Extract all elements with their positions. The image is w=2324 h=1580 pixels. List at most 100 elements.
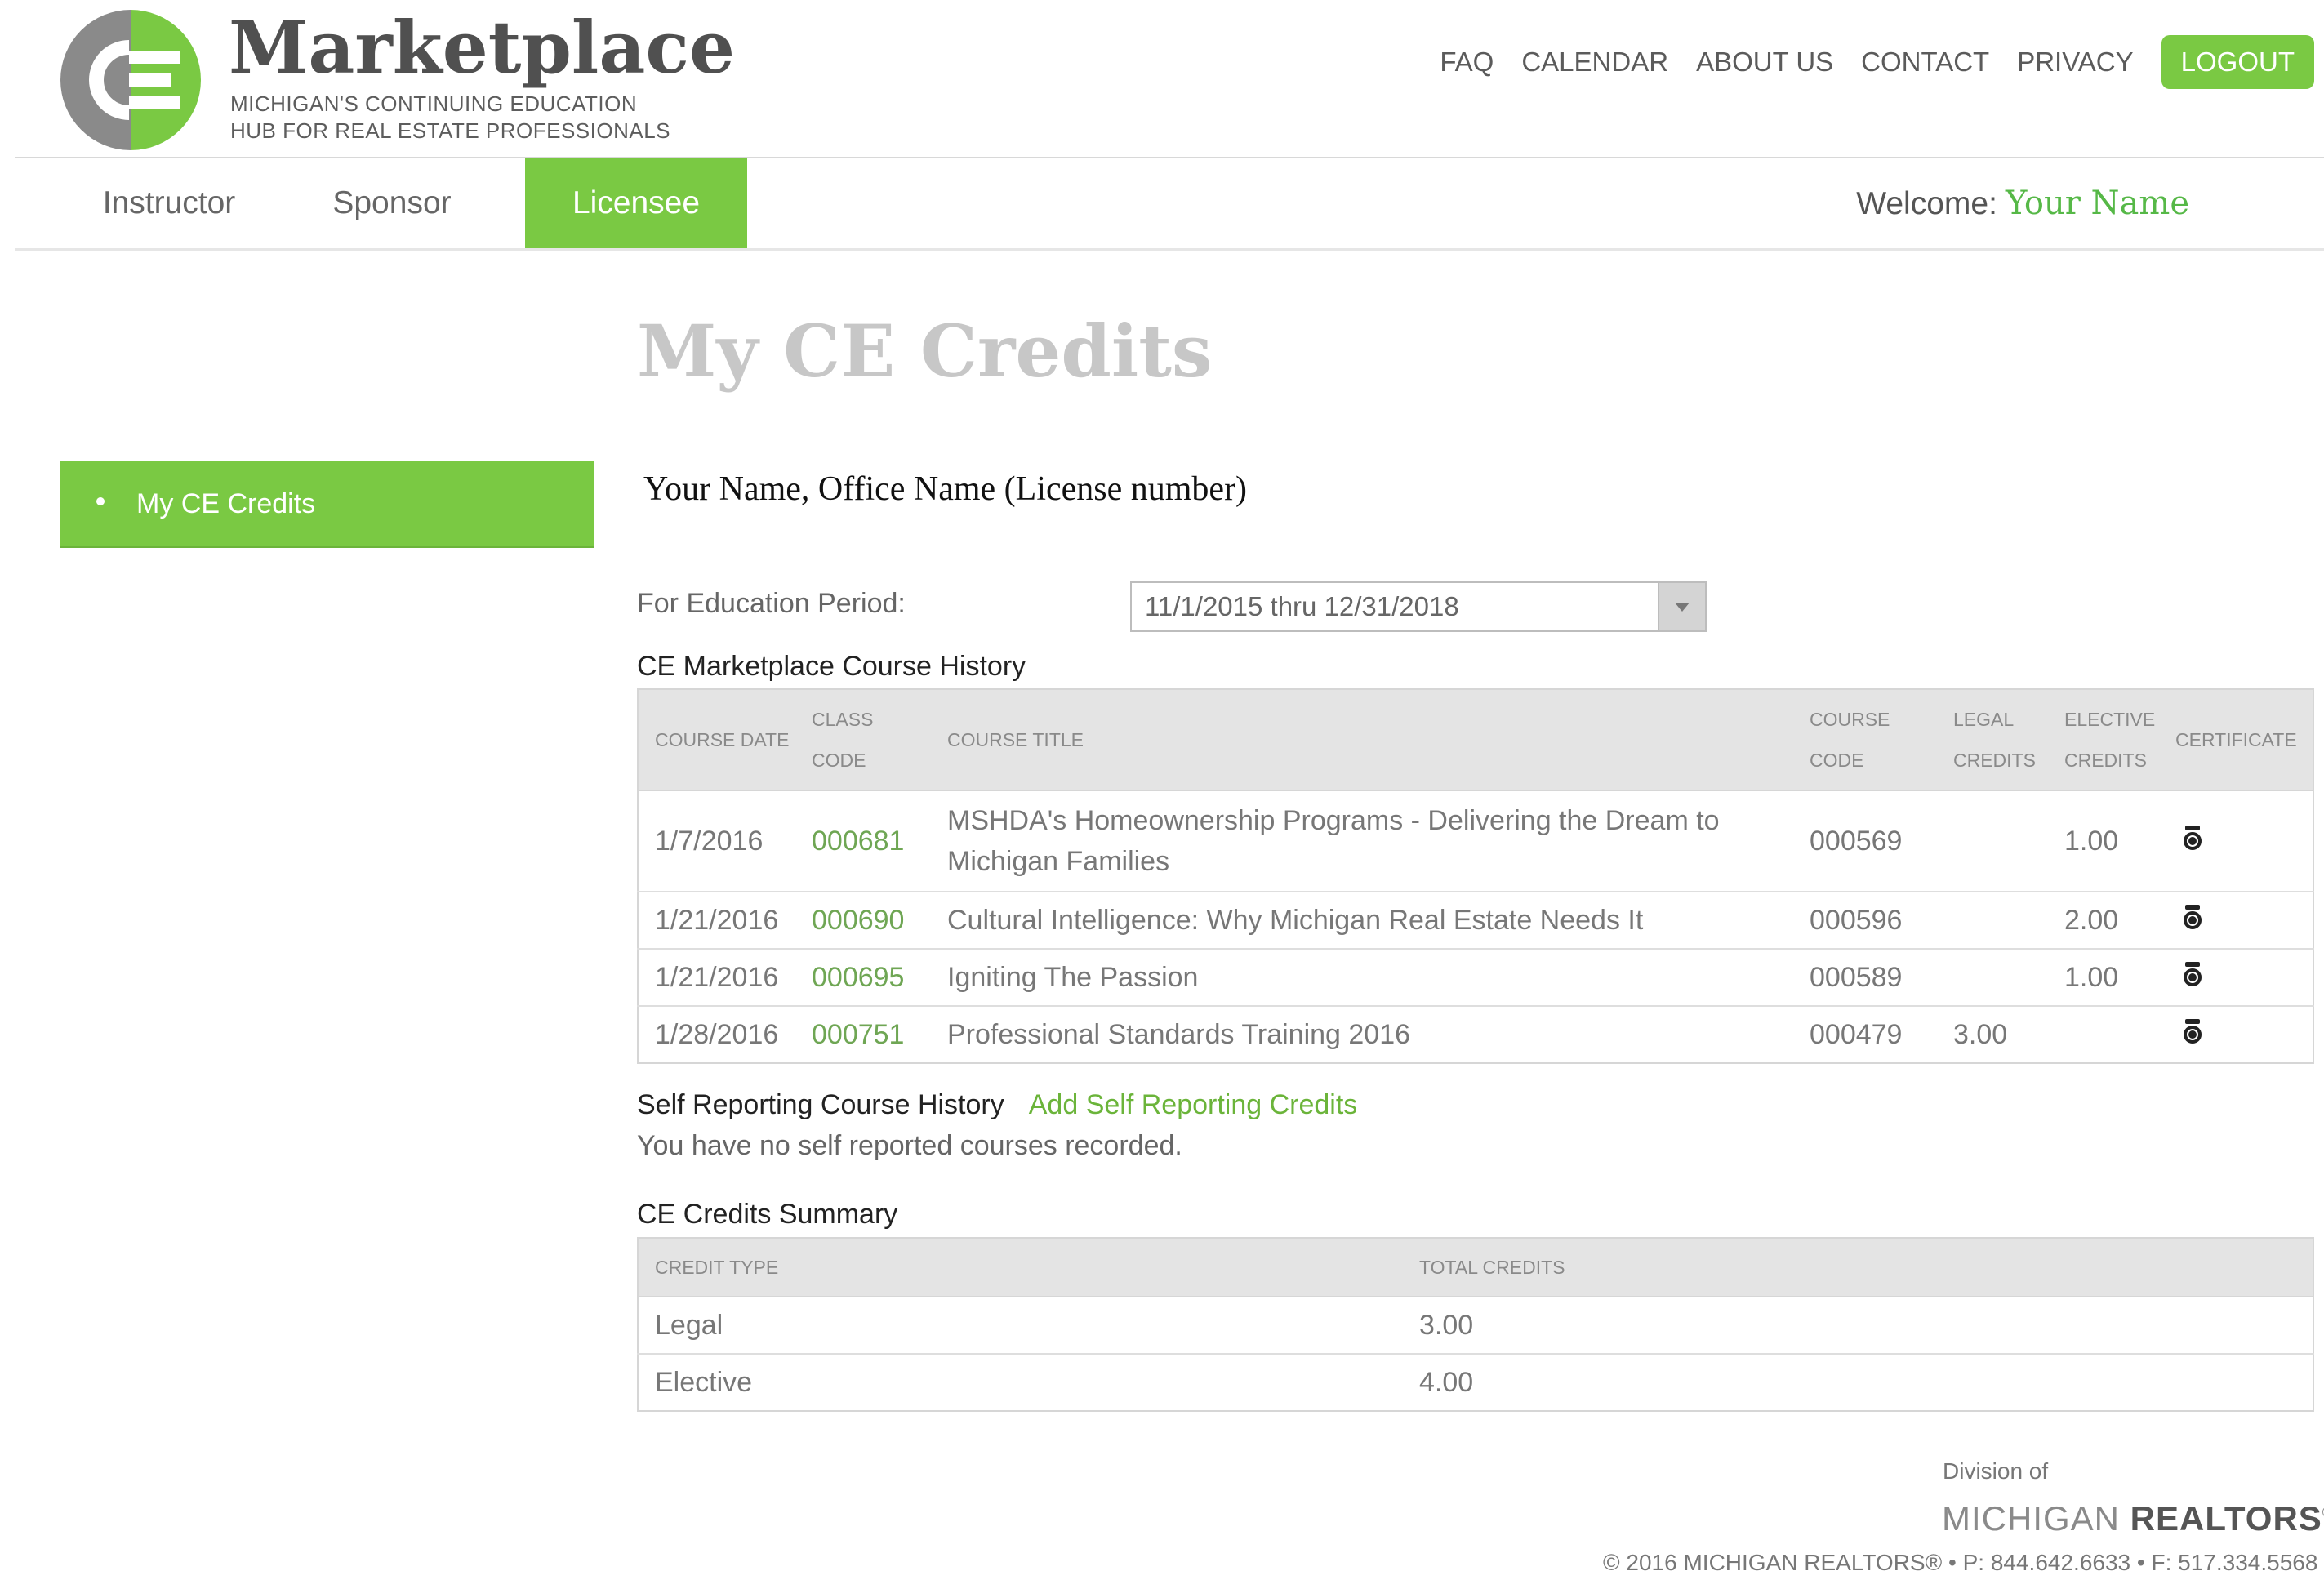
elective-credits: 1.00 — [2058, 790, 2169, 892]
footer-brand-bold: REALTORS — [2130, 1499, 2322, 1538]
col-class-code: CLASS CODE — [805, 689, 941, 791]
total-credits: 3.00 — [1413, 1296, 2313, 1354]
elective-credits — [2058, 1005, 2169, 1063]
col-elective-line1: ELECTIVE — [2064, 709, 2156, 730]
col-course-date: COURSE DATE — [638, 689, 805, 791]
course-title: MSHDA's Homeownership Programs - Deliver… — [941, 790, 1803, 892]
col-certificate: CERTIFICATE — [2169, 689, 2313, 791]
brand-tagline-line1: MICHIGAN'S CONTINUING EDUCATION — [230, 91, 638, 116]
table-row: Legal 3.00 — [638, 1296, 2313, 1354]
elective-credits: 2.00 — [2058, 891, 2169, 949]
table-header-row: COURSE DATE CLASS CODE COURSE TITLE COURS… — [638, 689, 2313, 791]
brand-tagline-line2: HUB FOR REAL ESTATE PROFESSIONALS — [230, 118, 671, 143]
course-code: 000596 — [1803, 891, 1947, 949]
tab-instructor[interactable]: Instructor — [78, 158, 260, 248]
course-history-table: COURSE DATE CLASS CODE COURSE TITLE COURS… — [637, 688, 2314, 1064]
tab-sponsor[interactable]: Sponsor — [309, 158, 475, 248]
education-period-label: For Education Period: — [637, 588, 906, 619]
michigan-realtors-logo[interactable]: MICHIGAN REALTORS® — [1942, 1499, 2324, 1538]
table-row: 1/28/2016 000751 Professional Standards … — [638, 1005, 2313, 1063]
welcome-label: Welcome: — [1856, 186, 1997, 221]
education-period-select[interactable]: 11/1/2015 thru 12/31/2018 — [1130, 581, 1707, 632]
user-name[interactable]: Your Name — [2006, 185, 2189, 222]
class-code-link[interactable]: 000751 — [805, 1005, 941, 1063]
col-legal-line1: LEGAL — [1953, 709, 2015, 730]
ce-logo[interactable] — [59, 8, 214, 152]
col-course-code-line1: COURSE — [1810, 709, 1890, 730]
certificate-icon[interactable] — [2184, 961, 2202, 986]
nav-privacy[interactable]: PRIVACY — [2017, 47, 2133, 78]
course-title: Cultural Intelligence: Why Michigan Real… — [941, 891, 1803, 949]
course-code: 000479 — [1803, 1005, 1947, 1063]
table-row: 1/7/2016 000681 MSHDA's Homeownership Pr… — [638, 790, 2313, 892]
logout-button[interactable]: LOGOUT — [2161, 35, 2314, 89]
col-legal-credits: LEGAL CREDITS — [1947, 689, 2058, 791]
sidebar-item-my-ce-credits[interactable]: My CE Credits — [60, 461, 594, 548]
course-code: 000589 — [1803, 948, 1947, 1006]
top-navigation: FAQ CALENDAR ABOUT US CONTACT PRIVACY LO… — [1440, 33, 2314, 91]
footer-copyright: © 2016 MICHIGAN REALTORS® • P: 844.642.6… — [1603, 1550, 2318, 1575]
col-elective-line2: CREDITS — [2064, 750, 2147, 771]
dropdown-arrow-icon[interactable] — [1658, 583, 1705, 630]
col-class-code-line2: CODE — [812, 750, 866, 771]
credit-type: Legal — [638, 1296, 1413, 1354]
table-row: Elective 4.00 — [638, 1353, 2313, 1411]
page-title: My CE Credits — [637, 309, 1213, 394]
nav-about-us[interactable]: ABOUT US — [1696, 47, 1833, 78]
table-header-row: CREDIT TYPE TOTAL CREDITS — [638, 1238, 2313, 1297]
page: Marketplace MICHIGAN'S CONTINUING EDUCAT… — [15, 0, 2324, 1580]
col-total-credits: TOTAL CREDITS — [1413, 1238, 2313, 1297]
total-credits: 4.00 — [1413, 1353, 2313, 1411]
course-date: 1/28/2016 — [638, 1005, 805, 1063]
brand-tagline: MICHIGAN'S CONTINUING EDUCATION HUB FOR … — [230, 91, 670, 145]
course-date: 1/7/2016 — [638, 790, 805, 892]
certificate-cell — [2169, 1005, 2313, 1063]
certificate-cell — [2169, 790, 2313, 892]
elective-credits: 1.00 — [2058, 948, 2169, 1006]
education-period-value: 11/1/2015 thru 12/31/2018 — [1145, 591, 1459, 621]
table-row: 1/21/2016 000690 Cultural Intelligence: … — [638, 891, 2313, 949]
class-code-link[interactable]: 000690 — [805, 891, 941, 949]
course-history-title: CE Marketplace Course History — [637, 651, 1026, 682]
col-class-code-line1: CLASS — [812, 709, 874, 730]
site-header: Marketplace MICHIGAN'S CONTINUING EDUCAT… — [15, 0, 2324, 158]
self-reporting-empty-message: You have no self reported courses record… — [637, 1130, 1182, 1161]
course-title: Igniting The Passion — [941, 948, 1803, 1006]
certificate-icon[interactable] — [2184, 825, 2202, 850]
class-code-link[interactable]: 000695 — [805, 948, 941, 1006]
certificate-cell — [2169, 948, 2313, 1006]
footer-division-label: Division of — [1943, 1458, 2049, 1484]
brand-title: Marketplace — [229, 5, 735, 90]
welcome-message: Welcome: Your Name — [1856, 158, 2189, 248]
col-credit-type: CREDIT TYPE — [638, 1238, 1413, 1297]
table-row: 1/21/2016 000695 Igniting The Passion 00… — [638, 948, 2313, 1006]
course-title: Professional Standards Training 2016 — [941, 1005, 1803, 1063]
col-course-code: COURSE CODE — [1803, 689, 1947, 791]
bullet-icon — [96, 497, 105, 505]
legal-credits — [1947, 891, 2058, 949]
certificate-icon[interactable] — [2184, 904, 2202, 929]
class-code-link[interactable]: 000681 — [805, 790, 941, 892]
certificate-icon[interactable] — [2184, 1018, 2202, 1044]
role-tabs-bar: Instructor Sponsor Licensee Welcome: Your… — [15, 158, 2324, 251]
credits-summary-table: CREDIT TYPE TOTAL CREDITS Legal 3.00 Ele… — [637, 1237, 2314, 1412]
credits-summary-title: CE Credits Summary — [637, 1199, 898, 1230]
tab-licensee[interactable]: Licensee — [525, 158, 747, 248]
credit-type: Elective — [638, 1353, 1413, 1411]
certificate-cell — [2169, 891, 2313, 949]
col-legal-line2: CREDITS — [1953, 750, 2036, 771]
nav-contact[interactable]: CONTACT — [1861, 47, 1989, 78]
course-date: 1/21/2016 — [638, 948, 805, 1006]
self-reporting-label: Self Reporting Course History — [637, 1089, 1004, 1120]
sidebar-item-label: My CE Credits — [136, 488, 316, 519]
add-self-reporting-link[interactable]: Add Self Reporting Credits — [1029, 1089, 1358, 1120]
legal-credits — [1947, 790, 2058, 892]
nav-faq[interactable]: FAQ — [1440, 47, 1494, 78]
col-course-title: COURSE TITLE — [941, 689, 1803, 791]
licensee-identity: Your Name, Office Name (License number) — [643, 470, 1248, 508]
legal-credits — [1947, 948, 2058, 1006]
nav-calendar[interactable]: CALENDAR — [1521, 47, 1668, 78]
footer-brand-light: MICHIGAN — [1942, 1499, 2120, 1538]
legal-credits: 3.00 — [1947, 1005, 2058, 1063]
course-code: 000569 — [1803, 790, 1947, 892]
